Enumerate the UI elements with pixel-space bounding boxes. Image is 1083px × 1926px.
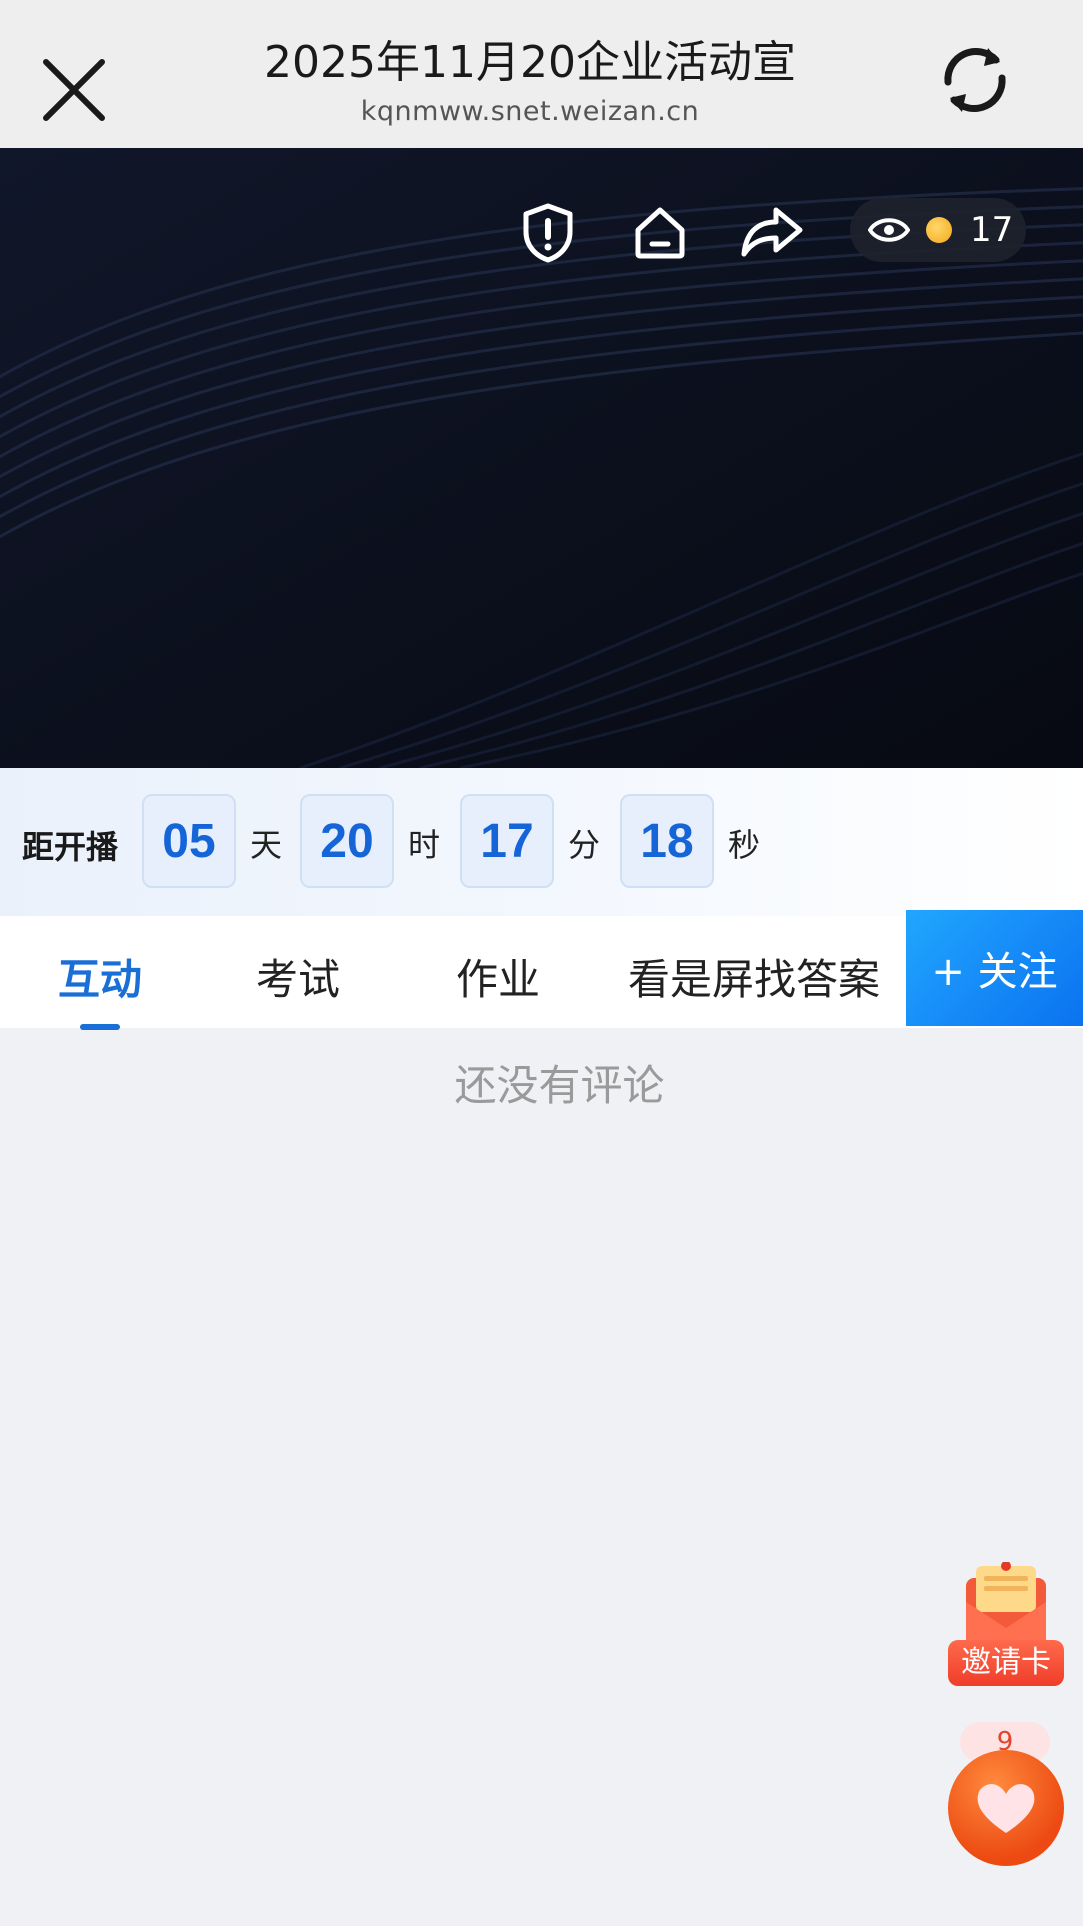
red-envelope-icon	[966, 1562, 1046, 1648]
countdown-hours: 20	[300, 794, 394, 888]
top-bar: 2025年11月20企业活动宣 kqnmww.snet.weizan.cn	[0, 0, 1083, 156]
countdown-minutes: 17	[460, 794, 554, 888]
tab-exam[interactable]: 考试	[256, 946, 340, 1007]
countdown-seconds: 18	[620, 794, 714, 888]
coin-icon	[926, 217, 952, 243]
invite-card-button[interactable]: 邀请卡	[948, 1562, 1064, 1688]
tab-active-indicator	[80, 1024, 120, 1030]
refresh-button[interactable]	[930, 36, 1020, 126]
close-icon	[43, 59, 105, 121]
tab-screen-answer[interactable]: 看是屏找答案	[628, 946, 880, 1007]
countdown-hours-unit: 时	[408, 826, 441, 864]
page-url: kqnmww.snet.weizan.cn	[360, 96, 700, 127]
share-button[interactable]	[740, 200, 804, 264]
live-page: 2025年11月20企业活动宣 kqnmww.snet.weizan.cn 17…	[0, 0, 1083, 1926]
refresh-icon	[944, 47, 1006, 113]
home-icon	[635, 207, 685, 259]
page-title: 2025年11月20企业活动宣	[264, 37, 796, 88]
tab-homework[interactable]: 作业	[456, 946, 540, 1007]
shield-alert-icon	[523, 203, 573, 263]
video-player[interactable]: 17	[0, 148, 1083, 768]
home-button[interactable]	[628, 200, 692, 264]
close-button[interactable]	[36, 52, 116, 132]
countdown-label: 距开播	[22, 828, 119, 866]
countdown-seconds-unit: 秒	[728, 826, 761, 864]
report-button[interactable]	[516, 200, 580, 264]
eye-icon	[868, 218, 910, 242]
viewer-count-pill: 17	[850, 198, 1026, 262]
countdown-bar: 距开播 05 天 20 时 17 分 18 秒	[0, 768, 1083, 916]
follow-button[interactable]: + 关注	[906, 910, 1083, 1026]
countdown-days-unit: 天	[250, 826, 283, 864]
title-block: 2025年11月20企业活动宣 kqnmww.snet.weizan.cn	[200, 34, 860, 130]
countdown-days: 05	[142, 794, 236, 888]
viewer-count: 17	[970, 210, 1014, 250]
invite-card-label: 邀请卡	[948, 1640, 1064, 1686]
tab-interaction[interactable]: 互动	[58, 946, 142, 1007]
share-icon	[741, 207, 803, 257]
like-button[interactable]	[948, 1750, 1064, 1866]
heart-icon	[977, 1784, 1035, 1833]
countdown-minutes-unit: 分	[568, 826, 601, 864]
empty-comments-text: 还没有评论	[454, 1061, 665, 1110]
